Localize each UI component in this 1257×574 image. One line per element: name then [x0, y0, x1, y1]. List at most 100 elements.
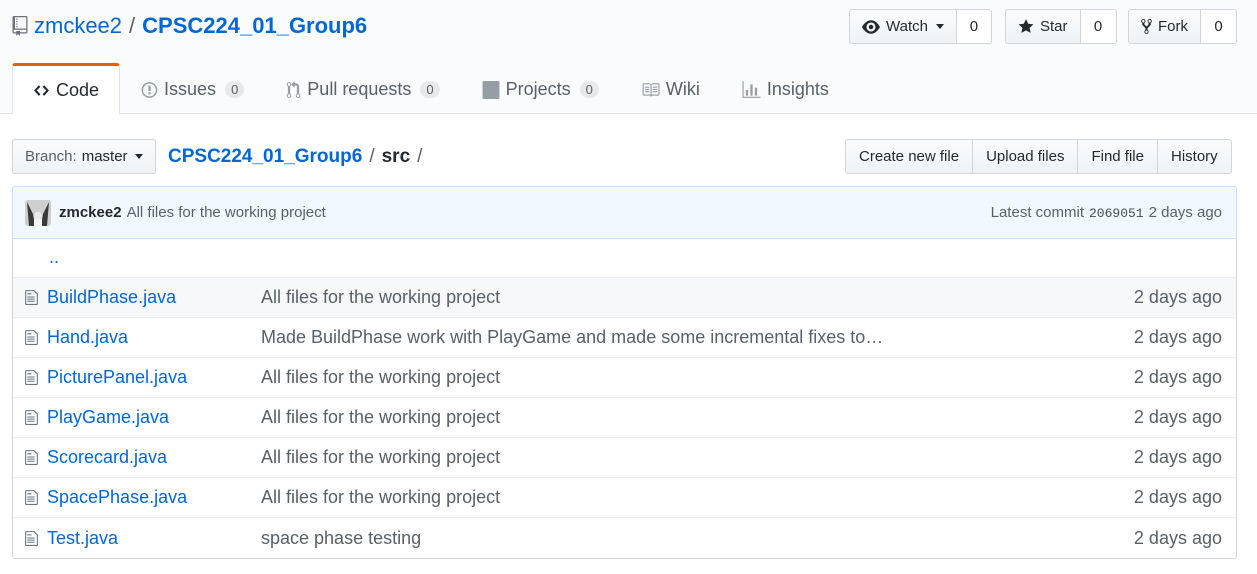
avatar[interactable] — [25, 199, 51, 226]
star-group: Star 0 — [1005, 9, 1117, 44]
file-icon — [13, 530, 47, 547]
repo-owner-link[interactable]: zmckee2 — [34, 13, 122, 39]
latest-commit-bar: zmckee2 All files for the working projec… — [12, 186, 1237, 239]
tab-issues-label: Issues — [164, 79, 217, 99]
project-icon — [482, 80, 500, 99]
tab-projects[interactable]: Projects 0 — [461, 63, 620, 114]
file-icon — [13, 449, 47, 466]
tab-pull-requests-label: Pull requests — [307, 79, 412, 99]
tab-insights-label: Insights — [766, 79, 829, 99]
file-commit-message-link[interactable]: space phase testing — [261, 528, 1134, 549]
history-button[interactable]: History — [1156, 139, 1232, 174]
file-name-link[interactable]: Test.java — [47, 528, 261, 549]
file-row[interactable]: Hand.java Made BuildPhase work with PlayG… — [13, 318, 1236, 358]
file-commit-message-link[interactable]: All files for the working project — [261, 367, 1134, 388]
file-commit-message-link[interactable]: Made BuildPhase work with PlayGame and m… — [261, 327, 1134, 348]
latest-commit-label: Latest commit — [990, 204, 1084, 221]
repo-name-link[interactable]: CPSC224_01_Group6 — [142, 13, 367, 39]
star-icon — [1018, 19, 1034, 33]
issue-icon — [141, 81, 158, 98]
create-new-file-button[interactable]: Create new file — [845, 139, 974, 174]
chevron-down-icon — [134, 154, 143, 159]
tab-code[interactable]: Code — [12, 63, 121, 115]
find-file-button[interactable]: Find file — [1077, 139, 1158, 174]
commit-age: 2 days ago — [1148, 204, 1222, 221]
commit-author-link[interactable]: zmckee2 — [59, 204, 122, 221]
file-name-link[interactable]: PicturePanel.java — [47, 367, 261, 388]
file-commit-age: 2 days ago — [1133, 407, 1222, 427]
file-commit-message-link[interactable]: All files for the working project — [261, 407, 1134, 428]
pull-requests-counter: 0 — [420, 81, 440, 98]
star-button[interactable]: Star — [1005, 9, 1081, 44]
tab-wiki[interactable]: Wiki — [620, 63, 721, 114]
branch-select-button[interactable]: Branch: master — [12, 139, 156, 174]
watch-count[interactable]: 0 — [956, 9, 992, 44]
file-row[interactable]: PlayGame.java All files for the working p… — [13, 398, 1236, 438]
eye-icon — [862, 19, 880, 34]
tab-projects-label: Projects — [505, 79, 571, 99]
chevron-down-icon — [935, 24, 944, 29]
watch-group: Watch 0 — [849, 9, 992, 44]
fork-icon — [1141, 19, 1152, 34]
watch-button[interactable]: Watch — [849, 9, 957, 44]
tab-wiki-label: Wiki — [665, 79, 700, 99]
breadcrumb-repo-link[interactable]: CPSC224_01_Group6 — [168, 146, 362, 168]
file-name-link[interactable]: Scorecard.java — [47, 447, 261, 468]
file-icon — [13, 489, 47, 506]
branch-value: master — [81, 148, 128, 165]
file-row[interactable]: PicturePanel.java All files for the worki… — [13, 358, 1236, 398]
tab-code-label: Code — [56, 79, 100, 100]
file-name-link[interactable]: Hand.java — [47, 327, 261, 348]
issues-counter: 0 — [225, 81, 245, 98]
file-icon — [13, 329, 47, 346]
star-label: Star — [1040, 18, 1068, 35]
parent-directory-row[interactable]: .. — [13, 238, 1236, 278]
fork-group: Fork 0 — [1128, 9, 1237, 44]
file-commit-age: 2 days ago — [1133, 367, 1222, 387]
tab-pull-requests[interactable]: Pull requests 0 — [265, 63, 460, 114]
file-commit-age: 2 days ago — [1133, 447, 1222, 467]
file-row[interactable]: Test.java space phase testing 2 days ago — [13, 518, 1236, 558]
file-row[interactable]: Scorecard.java All files for the working … — [13, 438, 1236, 478]
breadcrumb-separator: / — [417, 146, 423, 167]
file-actions: Create new file Upload files Find file H… — [845, 139, 1232, 174]
breadcrumb: CPSC224_01_Group6 / src / — [168, 143, 429, 171]
breadcrumb-separator: / — [369, 146, 375, 167]
file-commit-age: 2 days ago — [1133, 527, 1222, 548]
parent-directory-link[interactable]: .. — [49, 247, 59, 268]
avatar-image — [25, 199, 51, 226]
commit-sha-link[interactable]: 2069051 — [1089, 206, 1144, 221]
file-commit-message-link[interactable]: All files for the working project — [261, 447, 1134, 468]
file-list: .. BuildPhase.java All files for the work… — [12, 238, 1237, 559]
star-count[interactable]: 0 — [1080, 9, 1117, 44]
file-icon — [13, 369, 47, 386]
fork-count[interactable]: 0 — [1201, 9, 1237, 44]
file-name-link[interactable]: SpacePhase.java — [47, 487, 261, 508]
file-icon — [13, 289, 47, 306]
fork-button[interactable]: Fork — [1128, 9, 1201, 44]
file-row[interactable]: SpacePhase.java All files for the working… — [13, 478, 1236, 518]
branch-label: Branch: — [25, 148, 77, 165]
projects-counter: 0 — [579, 81, 599, 98]
repo-icon — [12, 16, 28, 36]
file-commit-age: 2 days ago — [1133, 327, 1222, 347]
book-icon — [642, 82, 660, 97]
file-commit-message-link[interactable]: All files for the working project — [261, 287, 1134, 308]
file-row[interactable]: BuildPhase.java All files for the working… — [13, 278, 1236, 318]
upload-files-button[interactable]: Upload files — [972, 139, 1079, 174]
breadcrumb-current-dir: src — [381, 146, 411, 167]
file-commit-age: 2 days ago — [1133, 287, 1222, 307]
commit-message-link[interactable]: All files for the working project — [127, 204, 326, 221]
fork-label: Fork — [1158, 18, 1188, 35]
watch-label: Watch — [886, 18, 928, 35]
repo-title: zmckee2 / CPSC224_01_Group6 — [12, 11, 367, 41]
pull-request-icon — [287, 80, 301, 98]
file-name-link[interactable]: PlayGame.java — [47, 407, 261, 428]
repo-nav-tabs: Code Issues 0 Pull requests 0 Projects 0 — [12, 63, 850, 115]
latest-commit-info: Latest commit 2069051 2 days ago — [991, 204, 1222, 221]
tab-insights[interactable]: Insights — [721, 63, 850, 114]
file-name-link[interactable]: BuildPhase.java — [47, 287, 261, 308]
tab-issues[interactable]: Issues 0 — [120, 63, 265, 114]
file-icon — [13, 409, 47, 426]
file-commit-message-link[interactable]: All files for the working project — [261, 487, 1134, 508]
